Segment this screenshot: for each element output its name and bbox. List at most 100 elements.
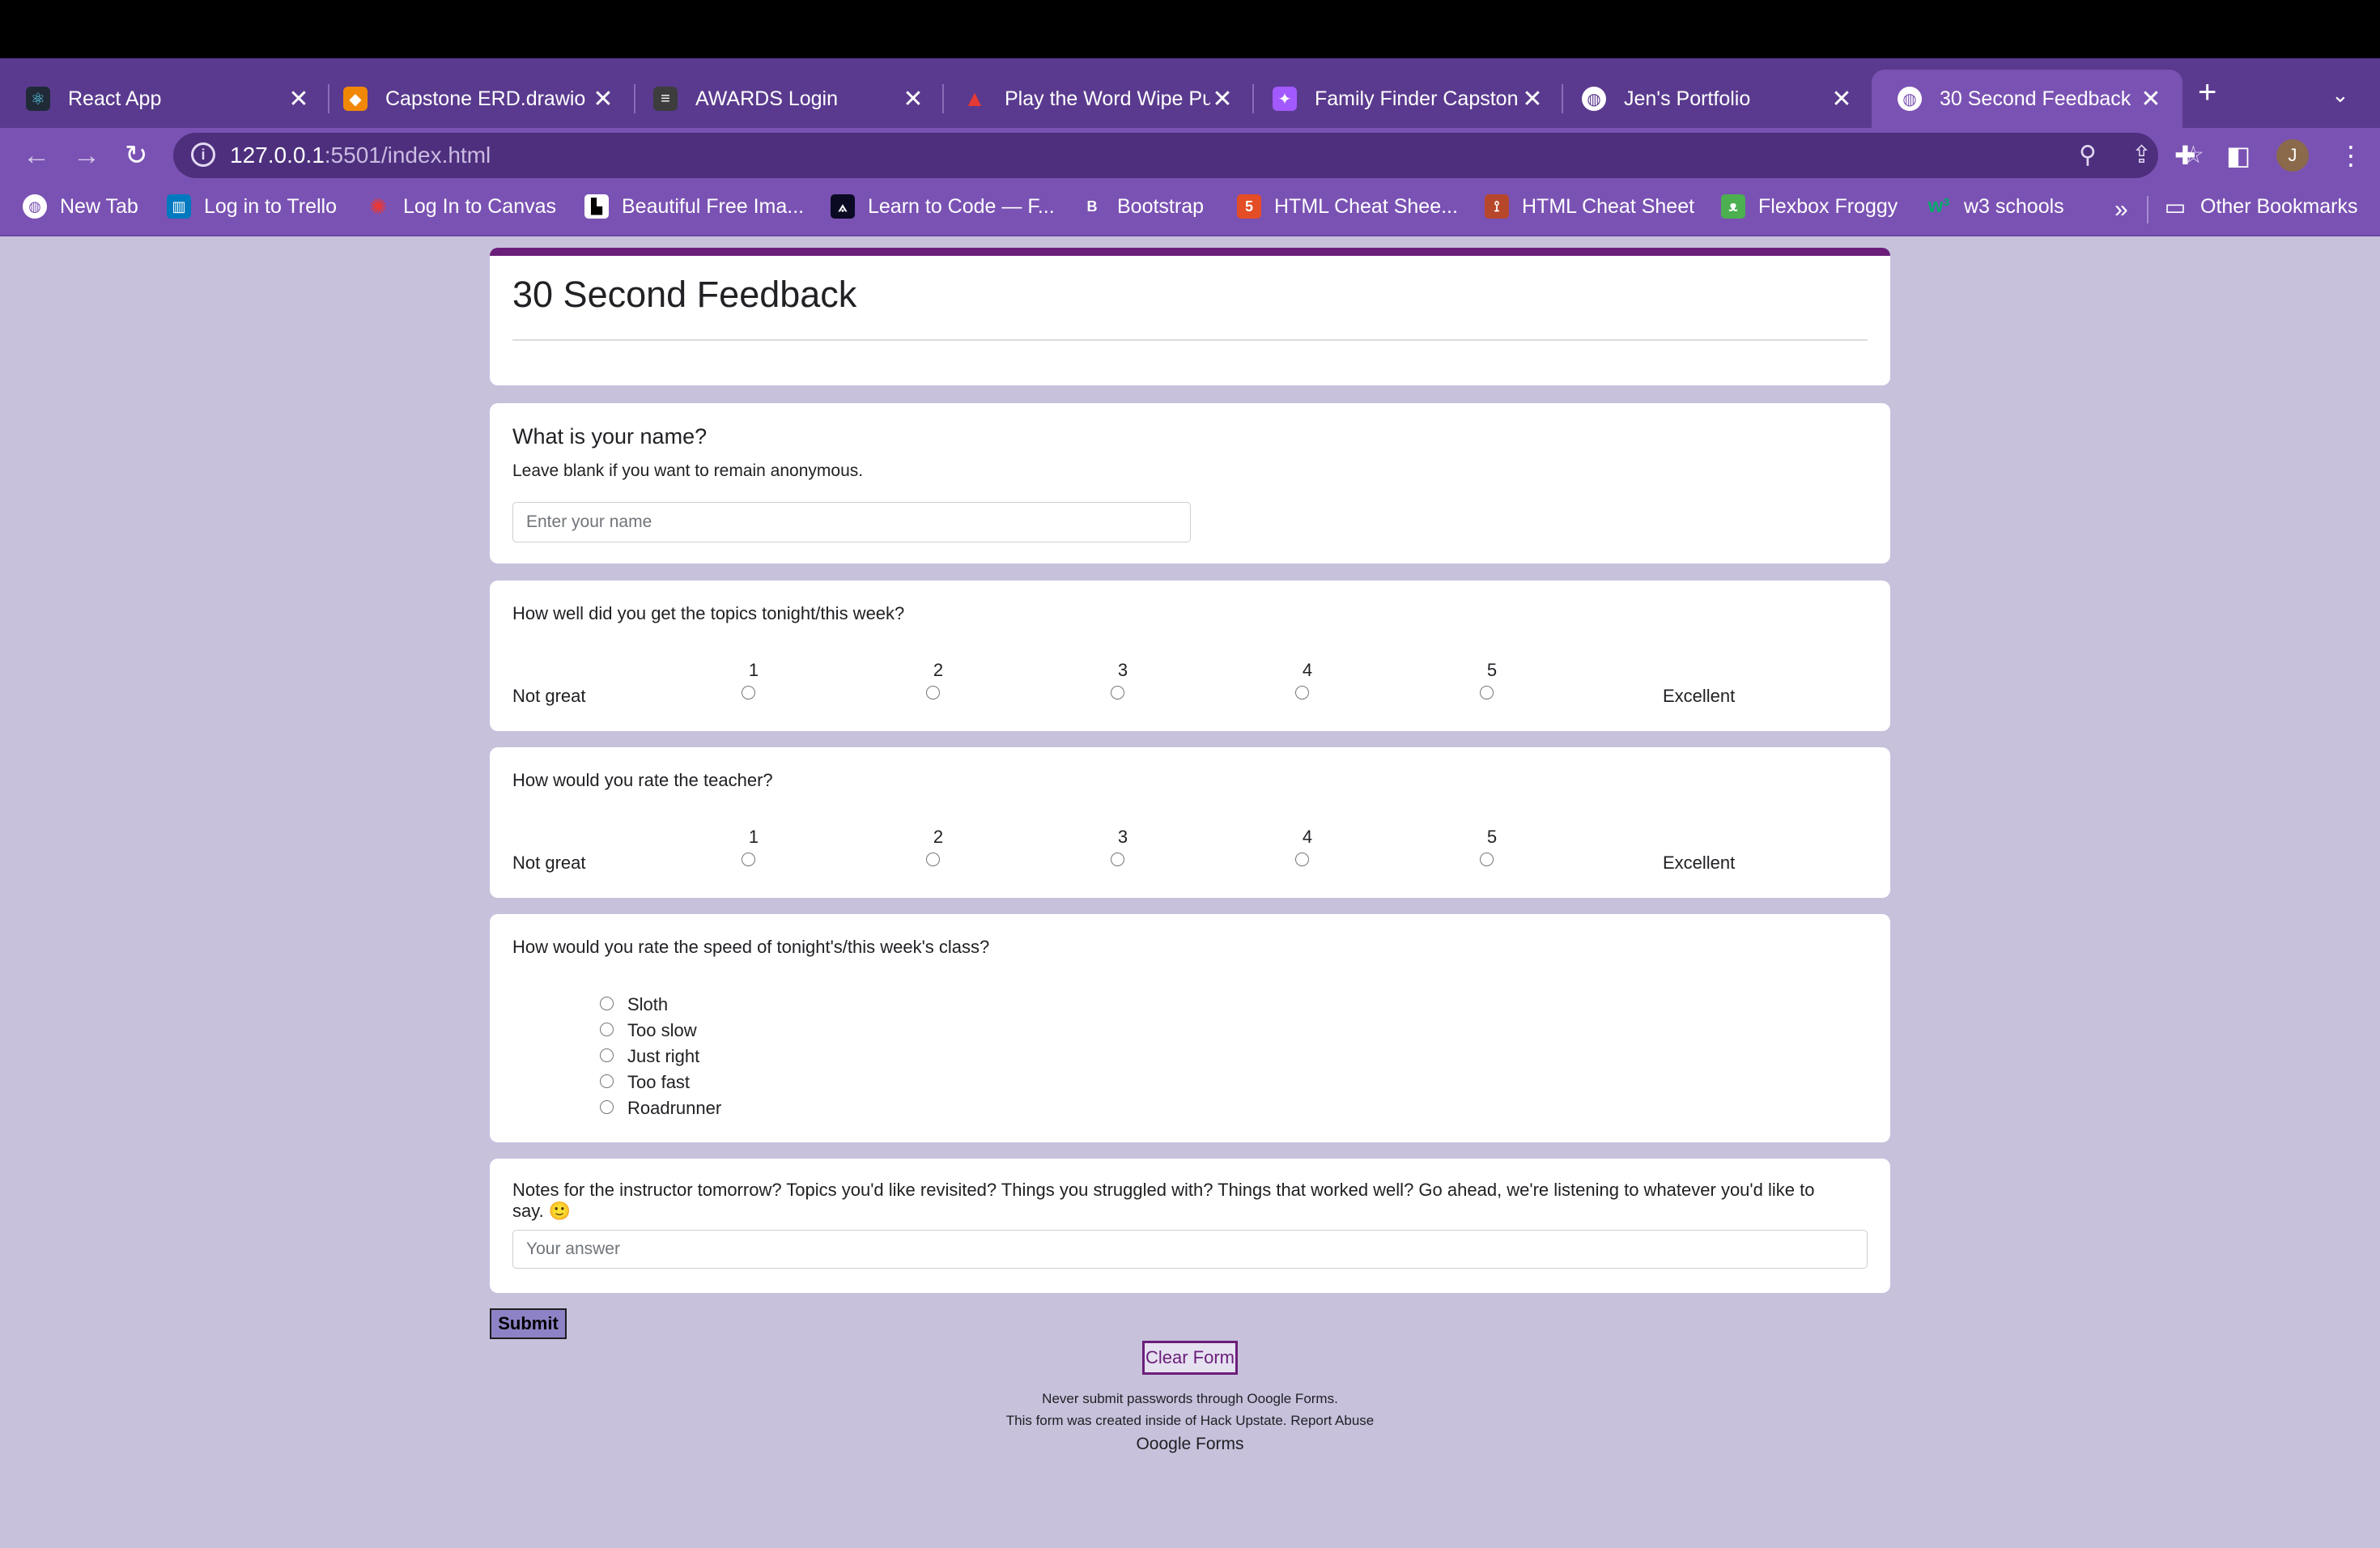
bookmark-flexbox-froggy[interactable]: ᴥ Flexbox Froggy bbox=[1721, 194, 1898, 219]
menu-icon[interactable]: ⋮ bbox=[2338, 139, 2364, 172]
bookmark-freecodecamp[interactable]: ⟑ Learn to Code — F... bbox=[831, 194, 1055, 219]
scale-number: 4 bbox=[1302, 660, 1313, 680]
bookmarks-bar: ◍ New Tab ▥ Log in to Trello ✺ Log In to… bbox=[0, 183, 2380, 236]
url-text[interactable]: 127.0.0.1:5501/index.html bbox=[230, 142, 491, 168]
tab-family-finder[interactable]: ✦ Family Finder Capston ✕ bbox=[1247, 70, 1564, 128]
form-title: 30 Second Feedback bbox=[512, 274, 857, 315]
notes-question-card: Notes for the instructor tomorrow? Topic… bbox=[490, 1159, 1890, 1293]
option-label[interactable]: Just right bbox=[627, 1046, 699, 1067]
scale-number: 3 bbox=[1117, 660, 1128, 680]
site-info-icon[interactable]: i bbox=[191, 142, 215, 167]
radio-topics-3[interactable] bbox=[1111, 686, 1124, 700]
close-icon[interactable]: ✕ bbox=[1520, 85, 1545, 113]
unsplash-icon: ▙ bbox=[584, 194, 609, 219]
notes-input[interactable] bbox=[512, 1230, 1868, 1269]
radio-speed-just-right[interactable] bbox=[600, 1048, 614, 1062]
question-title: How would you rate the speed of tonight'… bbox=[512, 937, 990, 957]
bookmark-bootstrap[interactable]: B Bootstrap bbox=[1080, 194, 1204, 219]
bookmark-canvas[interactable]: ✺ Log In to Canvas bbox=[366, 194, 556, 219]
bookmark-new-tab[interactable]: ◍ New Tab bbox=[23, 194, 138, 219]
teacher-question-card: How would you rate the teacher? Not grea… bbox=[490, 747, 1890, 898]
bookmark-label: Log in to Trello bbox=[204, 194, 337, 218]
tab-title: Play the Word Wipe Pu bbox=[1005, 87, 1210, 110]
tab-react-app[interactable]: ⚛ React App ✕ bbox=[0, 70, 330, 128]
tab-title: Family Finder Capston bbox=[1315, 87, 1519, 110]
scale-low-label: Not great bbox=[512, 853, 586, 873]
close-icon[interactable]: ✕ bbox=[1210, 85, 1235, 113]
option-label[interactable]: Sloth bbox=[627, 994, 668, 1015]
close-icon[interactable]: ✕ bbox=[287, 85, 311, 113]
clear-form-button[interactable]: Clear Form bbox=[1142, 1341, 1238, 1375]
tab-search-button[interactable]: ⌄ bbox=[2331, 83, 2349, 108]
tab-jens-portfolio[interactable]: ◍ Jen's Portfolio ✕ bbox=[1556, 70, 1873, 128]
radio-teacher-1[interactable] bbox=[742, 853, 755, 866]
radio-teacher-4[interactable] bbox=[1295, 853, 1309, 866]
footer-warning: Never submit passwords through Ooogle Fo… bbox=[1042, 1391, 1338, 1406]
radio-speed-roadrunner[interactable] bbox=[600, 1100, 614, 1114]
question-title: Notes for the instructor tomorrow? Topic… bbox=[512, 1180, 1815, 1200]
close-icon[interactable]: ✕ bbox=[1830, 85, 1854, 113]
topics-question-card: How well did you get the topics tonight/… bbox=[490, 580, 1890, 731]
tab-awards-login[interactable]: ≡ AWARDS Login ✕ bbox=[627, 70, 945, 128]
tab-30-second-feedback[interactable]: ◍ 30 Second Feedback ✕ bbox=[1872, 70, 2182, 128]
share-icon[interactable]: ⇪ bbox=[2131, 141, 2152, 169]
title-card: 30 Second Feedback bbox=[490, 248, 1890, 385]
name-input[interactable] bbox=[512, 502, 1191, 542]
radio-speed-too-fast[interactable] bbox=[600, 1074, 614, 1088]
scale-number: 5 bbox=[1486, 660, 1498, 680]
submit-button[interactable]: Submit bbox=[490, 1308, 567, 1339]
close-icon[interactable]: ✕ bbox=[591, 85, 615, 113]
more-bookmarks-button[interactable]: » bbox=[2114, 196, 2128, 223]
option-label[interactable]: Too fast bbox=[627, 1072, 690, 1093]
question-title: What is your name? bbox=[512, 424, 708, 449]
radio-topics-4[interactable] bbox=[1295, 686, 1309, 700]
address-bar[interactable]: i 127.0.0.1:5501/index.html ⚲ ⇪ ☆ bbox=[173, 133, 2204, 178]
bookmark-trello[interactable]: ▥ Log in to Trello bbox=[167, 194, 337, 219]
radio-topics-1[interactable] bbox=[742, 686, 755, 700]
forward-icon[interactable]: → bbox=[73, 136, 100, 175]
new-tab-button[interactable]: + bbox=[2198, 76, 2216, 108]
radio-speed-too-slow[interactable] bbox=[600, 1023, 614, 1036]
radio-teacher-3[interactable] bbox=[1111, 853, 1124, 866]
tab-capstone-erd[interactable]: ◆ Capstone ERD.drawio ✕ bbox=[317, 70, 635, 128]
option-label[interactable]: Roadrunner bbox=[627, 1098, 721, 1119]
bookmark-html-cheat-sheet-2[interactable]: ⟟ HTML Cheat Sheet bbox=[1485, 194, 1694, 219]
option-label[interactable]: Too slow bbox=[627, 1020, 697, 1041]
bookmark-w3schools[interactable]: w³ w3 schools bbox=[1927, 194, 2064, 219]
scale-high-label: Excellent bbox=[1663, 686, 1736, 706]
globe-icon: ◍ bbox=[1898, 87, 1922, 111]
tab-title: AWARDS Login bbox=[695, 87, 838, 110]
close-icon[interactable]: ✕ bbox=[901, 85, 925, 113]
zoom-icon[interactable]: ⚲ bbox=[2079, 141, 2097, 169]
radio-teacher-5[interactable] bbox=[1480, 853, 1494, 866]
bookmark-unsplash[interactable]: ▙ Beautiful Free Ima... bbox=[584, 194, 804, 219]
scale-high-label: Excellent bbox=[1663, 853, 1736, 873]
tab-title: Capstone ERD.drawio bbox=[385, 87, 586, 110]
bookmark-html-cheat-sheet-1[interactable]: 5 HTML Cheat Shee... bbox=[1237, 194, 1458, 219]
radio-topics-2[interactable] bbox=[926, 686, 940, 700]
avatar[interactable]: J bbox=[2276, 139, 2309, 172]
browser-toolbar: ← → ↻ i 127.0.0.1:5501/index.html ⚲ ⇪ ☆ … bbox=[0, 128, 2380, 183]
play-icon: ▲ bbox=[963, 86, 986, 111]
name-question-card: What is your name? Leave blank if you wa… bbox=[490, 403, 1890, 563]
radio-topics-5[interactable] bbox=[1480, 686, 1494, 700]
scale-number: 2 bbox=[933, 827, 944, 847]
close-icon[interactable]: ✕ bbox=[2139, 85, 2163, 113]
side-panel-icon[interactable]: ◧ bbox=[2226, 139, 2250, 172]
frog-icon: ᴥ bbox=[1721, 194, 1745, 219]
tab-word-wipe[interactable]: ▲ Play the Word Wipe Pu ✕ bbox=[937, 70, 1254, 128]
back-icon[interactable]: ← bbox=[23, 136, 50, 175]
radio-speed-sloth[interactable] bbox=[600, 997, 614, 1010]
reload-icon[interactable]: ↻ bbox=[125, 136, 148, 175]
tab-title: 30 Second Feedback bbox=[1940, 87, 2131, 110]
tab-title: Jen's Portfolio bbox=[1624, 87, 1751, 110]
freecodecamp-icon: ⟑ bbox=[831, 194, 855, 219]
speed-question-card: How would you rate the speed of tonight'… bbox=[490, 914, 1890, 1142]
bookmark-label: Bootstrap bbox=[1117, 194, 1205, 218]
radio-teacher-2[interactable] bbox=[926, 853, 940, 866]
trello-icon: ▥ bbox=[167, 194, 191, 219]
scale-number: 1 bbox=[748, 660, 759, 680]
question-title-continued: say. 🙂 bbox=[512, 1201, 572, 1221]
extensions-icon[interactable]: ✚ bbox=[2174, 139, 2196, 172]
other-bookmarks-folder[interactable]: ▭ Other Bookmarks bbox=[2163, 194, 2358, 219]
